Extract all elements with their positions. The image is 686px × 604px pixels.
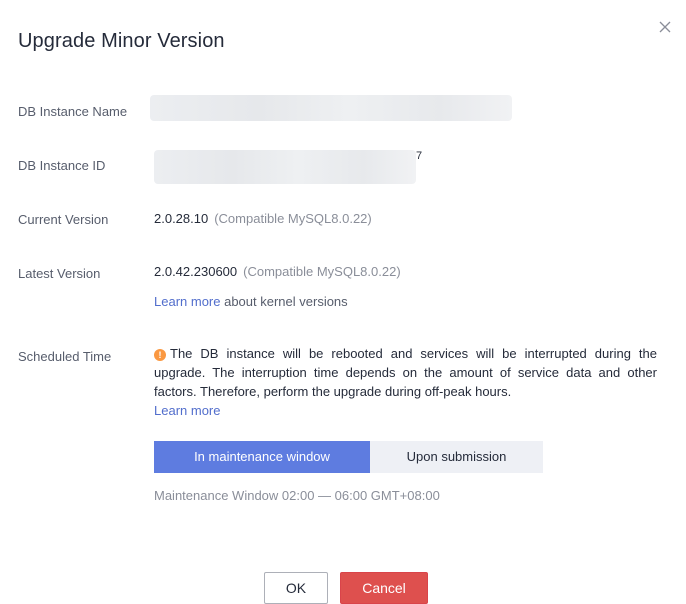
dialog-title: Upgrade Minor Version <box>18 30 225 52</box>
warning-learn-more-link[interactable]: Learn more <box>154 403 220 418</box>
scheduled-time-label: Scheduled Time <box>18 349 112 364</box>
instance-name-label: DB Instance Name <box>18 104 128 119</box>
current-version-compat: (Compatible MySQL8.0.22) <box>214 211 372 226</box>
latest-version-number: 2.0.42.230600 <box>154 264 238 279</box>
latest-version-label: Latest Version <box>18 266 101 281</box>
instance-id-value-redacted <box>154 150 416 184</box>
warning-text: The DB instance will be rebooted and ser… <box>154 346 657 399</box>
current-version-number: 2.0.28.10 <box>154 211 209 226</box>
instance-id-label: DB Instance ID <box>18 158 106 173</box>
maintenance-window-info: Maintenance Window 02:00 — 06:00 GMT+08:… <box>154 488 440 503</box>
current-version-label: Current Version <box>18 212 109 227</box>
upgrade-minor-version-dialog: Upgrade Minor Version DB Instance Name D… <box>0 0 686 604</box>
kernel-note-text: about kernel versions <box>220 294 348 309</box>
current-version-value: 2.0.28.10 (Compatible MySQL8.0.22) <box>154 211 372 226</box>
warning-icon: ! <box>154 349 166 361</box>
close-icon[interactable] <box>658 20 672 34</box>
ok-button[interactable]: OK <box>264 572 328 604</box>
latest-version-compat: (Compatible MySQL8.0.22) <box>243 264 401 279</box>
instance-name-value-redacted <box>150 95 512 121</box>
option-in-maintenance-window[interactable]: In maintenance window <box>154 441 370 473</box>
cancel-button[interactable]: Cancel <box>340 572 428 604</box>
instance-id-trailing-char: 7 <box>416 150 423 162</box>
option-upon-submission[interactable]: Upon submission <box>370 441 543 473</box>
kernel-learn-more-link[interactable]: Learn more <box>154 294 220 309</box>
latest-version-value: 2.0.42.230600 (Compatible MySQL8.0.22) <box>154 264 401 279</box>
kernel-versions-note: Learn more about kernel versions <box>154 294 348 309</box>
upgrade-warning: ! The DB instance will be rebooted and se… <box>154 344 657 420</box>
scheduled-time-toggle: In maintenance window Upon submission <box>154 441 543 473</box>
